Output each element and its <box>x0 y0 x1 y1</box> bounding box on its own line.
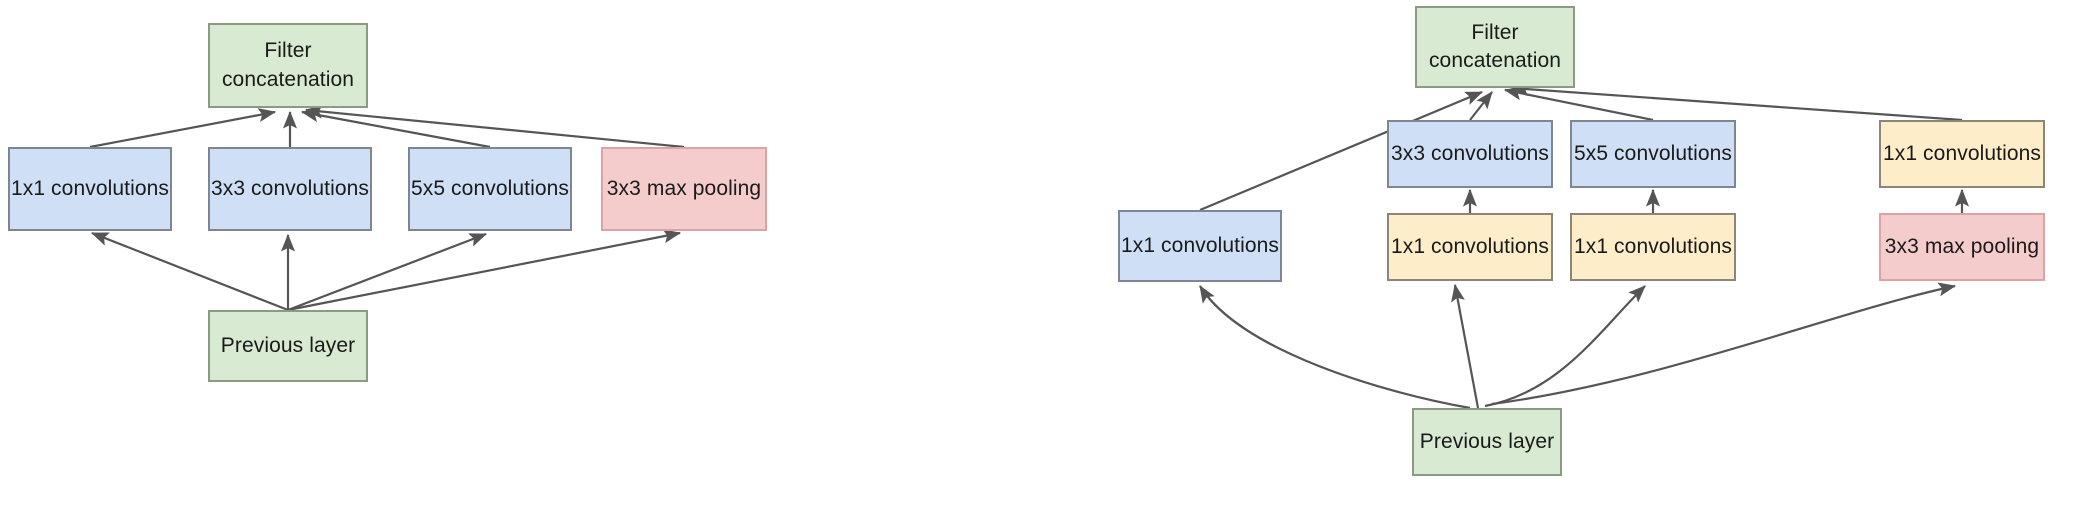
node-label: Previous layer <box>1419 429 1555 453</box>
node-1x1-convolutions-pool-projection[interactable]: 1x1 convolutions <box>1879 120 2045 188</box>
edge-bprev-to-breduce5 <box>1484 285 1646 408</box>
node-label: Filter concatenation <box>221 39 355 91</box>
edge-prev-to-5x5 <box>287 232 488 312</box>
node-label: 3x3 max pooling <box>1884 234 2040 258</box>
node-3x3-convolutions-right[interactable]: 3x3 convolutions <box>1387 120 1553 188</box>
edge-group-left <box>89 104 685 312</box>
node-label: 3x3 convolutions <box>210 176 370 200</box>
node-label: 3x3 max pooling <box>606 176 762 200</box>
node-5x5-convolutions-right[interactable]: 5x5 convolutions <box>1570 120 1736 188</box>
edge-5x5-to-concat <box>300 108 491 149</box>
edge-b5x5-to-concat <box>1503 86 1654 122</box>
node-label: Filter concatenation <box>1428 20 1562 72</box>
node-label: Previous layer <box>220 333 356 357</box>
node-3x3-max-pooling-left[interactable]: 3x3 max pooling <box>601 147 767 231</box>
node-label: 1x1 convolutions <box>1882 141 2042 165</box>
node-label: 3x3 convolutions <box>1390 141 1550 165</box>
edge-bprev-to-b1x1left <box>1199 285 1471 410</box>
node-previous-layer-left[interactable]: Previous layer <box>208 310 368 382</box>
edge-maxpool-to-concat <box>304 104 685 149</box>
node-filter-concatenation-left[interactable]: Filter concatenation <box>208 23 368 108</box>
edge-1x1-to-concat <box>89 108 277 149</box>
node-label: 1x1 convolutions <box>1390 234 1550 258</box>
edge-prev-to-1x1 <box>90 231 289 312</box>
node-3x3-max-pooling-right[interactable]: 3x3 max pooling <box>1879 213 2045 281</box>
node-1x1-convolutions-5x5-reduce[interactable]: 1x1 convolutions <box>1570 213 1736 281</box>
edge-prev-to-maxpool <box>287 229 682 312</box>
diagram-canvas: Filter concatenation 1x1 convolutions 3x… <box>0 0 2094 522</box>
edge-b3x3-to-concat <box>1469 91 1493 121</box>
node-label: 1x1 convolutions <box>1120 233 1280 257</box>
node-previous-layer-right[interactable]: Previous layer <box>1412 408 1562 476</box>
node-label: 1x1 convolutions <box>1573 234 1733 258</box>
node-5x5-convolutions-left[interactable]: 5x5 convolutions <box>408 147 572 231</box>
node-3x3-convolutions-left[interactable]: 3x3 convolutions <box>208 147 372 231</box>
node-label: 1x1 convolutions <box>10 176 170 200</box>
node-1x1-convolutions-left[interactable]: 1x1 convolutions <box>8 147 172 231</box>
edge-b1x1right-to-concat <box>1510 82 1963 122</box>
edge-bprev-to-bmaxpool <box>1491 282 1957 406</box>
node-label: 5x5 convolutions <box>410 176 570 200</box>
edge-bprev-to-breduce3 <box>1451 283 1480 409</box>
node-1x1-convolutions-right-branch[interactable]: 1x1 convolutions <box>1118 210 1282 282</box>
node-1x1-convolutions-3x3-reduce[interactable]: 1x1 convolutions <box>1387 213 1553 281</box>
node-filter-concatenation-right[interactable]: Filter concatenation <box>1415 6 1575 88</box>
node-label: 5x5 convolutions <box>1573 141 1733 165</box>
